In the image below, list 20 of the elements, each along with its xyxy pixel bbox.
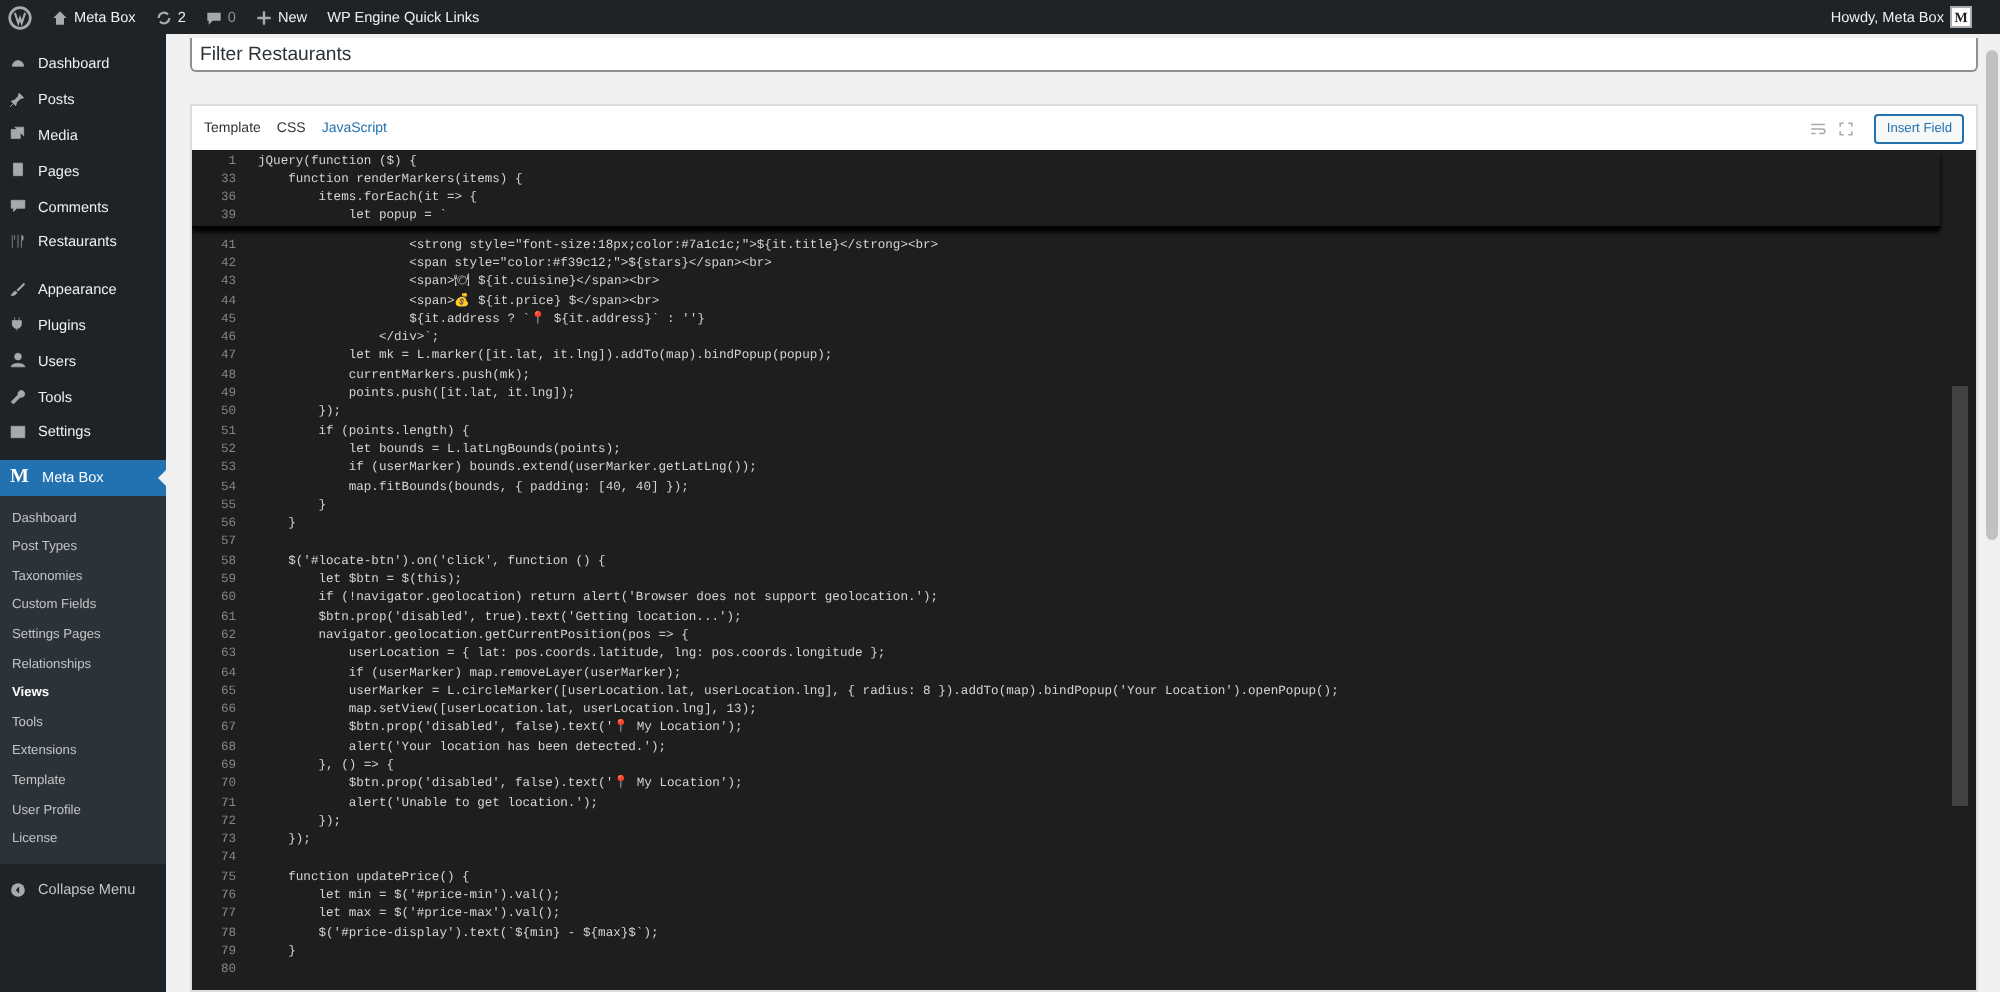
utensils-icon <box>10 233 26 250</box>
plus-icon <box>255 9 272 25</box>
pin-icon <box>10 91 26 108</box>
pages-icon <box>10 162 26 179</box>
comment-icon <box>10 198 26 215</box>
dashboard-icon <box>10 55 26 72</box>
media-icon <box>10 126 26 143</box>
fullscreen-icon[interactable] <box>1838 121 1855 135</box>
wrench-icon <box>10 388 26 405</box>
user-icon <box>10 352 26 369</box>
comment-icon <box>205 9 222 25</box>
plug-icon <box>10 316 26 333</box>
wrap-lines-icon[interactable] <box>1810 121 1827 135</box>
brush-icon <box>10 281 26 298</box>
collapse-icon <box>10 881 26 898</box>
meta-box-logo: M <box>10 466 30 489</box>
title-field[interactable]: Filter Restaurants <box>190 38 1978 72</box>
home-icon <box>52 9 68 25</box>
refresh-icon <box>155 9 172 25</box>
wordpress-logo-icon[interactable] <box>8 5 32 29</box>
